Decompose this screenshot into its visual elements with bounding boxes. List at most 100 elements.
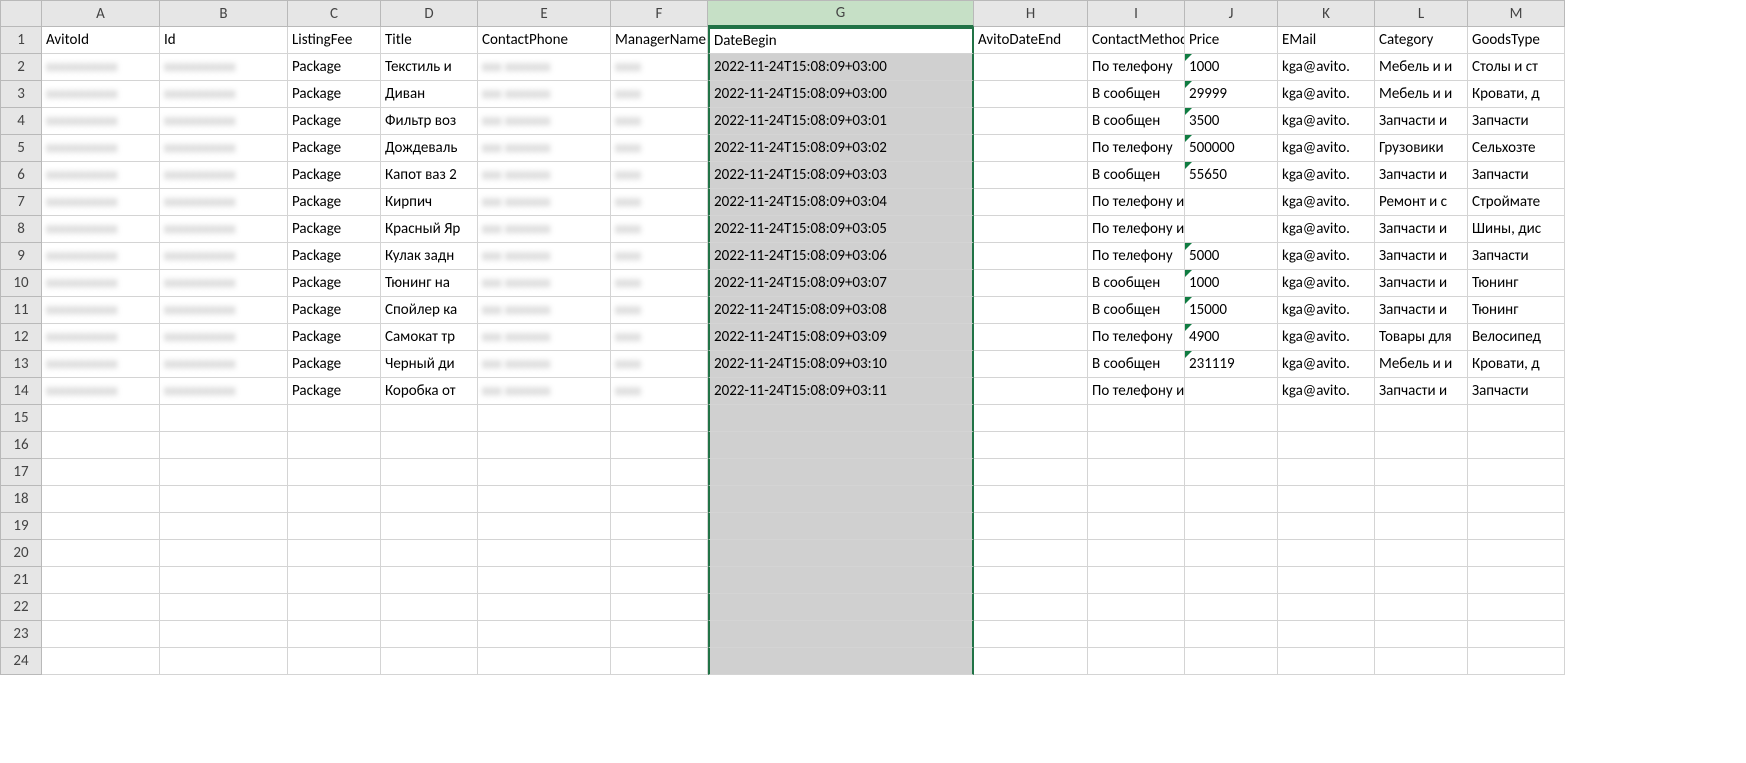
cell-D15[interactable] bbox=[381, 405, 478, 432]
cell-G17[interactable] bbox=[708, 459, 974, 486]
cell-A4[interactable]: xxxxxxxxxxx bbox=[42, 108, 160, 135]
cell-L15[interactable] bbox=[1375, 405, 1468, 432]
cell-G14[interactable]: 2022-11-24T15:08:09+03:11 bbox=[708, 378, 974, 405]
cell-M10[interactable]: Тюнинг bbox=[1468, 270, 1565, 297]
cell-K19[interactable] bbox=[1278, 513, 1375, 540]
cell-K3[interactable]: kga@avito. bbox=[1278, 81, 1375, 108]
cell-G10[interactable]: 2022-11-24T15:08:09+03:07 bbox=[708, 270, 974, 297]
row-header-11[interactable]: 11 bbox=[0, 297, 42, 324]
cell-G21[interactable] bbox=[708, 567, 974, 594]
cell-B6[interactable]: xxxxxxxxxxx bbox=[160, 162, 288, 189]
cell-G2[interactable]: 2022-11-24T15:08:09+03:00 bbox=[708, 54, 974, 81]
cell-C10[interactable]: Package bbox=[288, 270, 381, 297]
cell-M6[interactable]: Запчасти bbox=[1468, 162, 1565, 189]
cell-E2[interactable]: xxx xxxxxxx bbox=[478, 54, 611, 81]
cell-C16[interactable] bbox=[288, 432, 381, 459]
cell-B8[interactable]: xxxxxxxxxxx bbox=[160, 216, 288, 243]
cell-E10[interactable]: xxx xxxxxxx bbox=[478, 270, 611, 297]
cell-H14[interactable] bbox=[974, 378, 1088, 405]
cell-C19[interactable] bbox=[288, 513, 381, 540]
cell-K8[interactable]: kga@avito. bbox=[1278, 216, 1375, 243]
cell-H16[interactable] bbox=[974, 432, 1088, 459]
cell-A9[interactable]: xxxxxxxxxxx bbox=[42, 243, 160, 270]
row-header-6[interactable]: 6 bbox=[0, 162, 42, 189]
cell-I5[interactable]: По телефону bbox=[1088, 135, 1185, 162]
cell-F15[interactable] bbox=[611, 405, 708, 432]
cell-A7[interactable]: xxxxxxxxxxx bbox=[42, 189, 160, 216]
spreadsheet-grid[interactable]: ABCDEFGHIJKLM1AvitoIdIdListingFeeTitleCo… bbox=[0, 0, 1746, 675]
cell-K18[interactable] bbox=[1278, 486, 1375, 513]
cell-C17[interactable] bbox=[288, 459, 381, 486]
column-header-G[interactable]: G bbox=[708, 0, 974, 27]
row-header-20[interactable]: 20 bbox=[0, 540, 42, 567]
cell-J5[interactable]: 500000 bbox=[1185, 135, 1278, 162]
cell-K10[interactable]: kga@avito. bbox=[1278, 270, 1375, 297]
cell-G5[interactable]: 2022-11-24T15:08:09+03:02 bbox=[708, 135, 974, 162]
cell-B15[interactable] bbox=[160, 405, 288, 432]
cell-J13[interactable]: 231119 bbox=[1185, 351, 1278, 378]
cell-H1[interactable]: AvitoDateEnd bbox=[974, 27, 1088, 54]
cell-J23[interactable] bbox=[1185, 621, 1278, 648]
cell-M16[interactable] bbox=[1468, 432, 1565, 459]
row-header-22[interactable]: 22 bbox=[0, 594, 42, 621]
cell-F24[interactable] bbox=[611, 648, 708, 675]
cell-G11[interactable]: 2022-11-24T15:08:09+03:08 bbox=[708, 297, 974, 324]
cell-F1[interactable]: ManagerName bbox=[611, 27, 708, 54]
cell-H22[interactable] bbox=[974, 594, 1088, 621]
cell-F16[interactable] bbox=[611, 432, 708, 459]
cell-D12[interactable]: Самокат тр bbox=[381, 324, 478, 351]
cell-I17[interactable] bbox=[1088, 459, 1185, 486]
cell-G20[interactable] bbox=[708, 540, 974, 567]
cell-H5[interactable] bbox=[974, 135, 1088, 162]
cell-G23[interactable] bbox=[708, 621, 974, 648]
cell-K12[interactable]: kga@avito. bbox=[1278, 324, 1375, 351]
cell-B23[interactable] bbox=[160, 621, 288, 648]
cell-D1[interactable]: Title bbox=[381, 27, 478, 54]
cell-L19[interactable] bbox=[1375, 513, 1468, 540]
cell-L1[interactable]: Category bbox=[1375, 27, 1468, 54]
cell-H2[interactable] bbox=[974, 54, 1088, 81]
row-header-14[interactable]: 14 bbox=[0, 378, 42, 405]
row-header-18[interactable]: 18 bbox=[0, 486, 42, 513]
cell-A8[interactable]: xxxxxxxxxxx bbox=[42, 216, 160, 243]
cell-B20[interactable] bbox=[160, 540, 288, 567]
cell-D3[interactable]: Диван bbox=[381, 81, 478, 108]
cell-F3[interactable]: xxxx bbox=[611, 81, 708, 108]
cell-G3[interactable]: 2022-11-24T15:08:09+03:00 bbox=[708, 81, 974, 108]
cell-K11[interactable]: kga@avito. bbox=[1278, 297, 1375, 324]
cell-H8[interactable] bbox=[974, 216, 1088, 243]
cell-K4[interactable]: kga@avito. bbox=[1278, 108, 1375, 135]
cell-C15[interactable] bbox=[288, 405, 381, 432]
cell-M1[interactable]: GoodsType bbox=[1468, 27, 1565, 54]
cell-I18[interactable] bbox=[1088, 486, 1185, 513]
cell-A14[interactable]: xxxxxxxxxxx bbox=[42, 378, 160, 405]
column-header-H[interactable]: H bbox=[974, 0, 1088, 27]
cell-I11[interactable]: В сообщен bbox=[1088, 297, 1185, 324]
column-header-A[interactable]: A bbox=[42, 0, 160, 27]
cell-M20[interactable] bbox=[1468, 540, 1565, 567]
cell-M23[interactable] bbox=[1468, 621, 1565, 648]
cell-F18[interactable] bbox=[611, 486, 708, 513]
cell-F8[interactable]: xxxx bbox=[611, 216, 708, 243]
cell-F7[interactable]: xxxx bbox=[611, 189, 708, 216]
cell-J1[interactable]: Price bbox=[1185, 27, 1278, 54]
cell-E6[interactable]: xxx xxxxxxx bbox=[478, 162, 611, 189]
cell-B1[interactable]: Id bbox=[160, 27, 288, 54]
cell-F9[interactable]: xxxx bbox=[611, 243, 708, 270]
cell-K21[interactable] bbox=[1278, 567, 1375, 594]
cell-D9[interactable]: Кулак задн bbox=[381, 243, 478, 270]
cell-G22[interactable] bbox=[708, 594, 974, 621]
cell-C6[interactable]: Package bbox=[288, 162, 381, 189]
cell-E5[interactable]: xxx xxxxxxx bbox=[478, 135, 611, 162]
cell-M14[interactable]: Запчасти bbox=[1468, 378, 1565, 405]
row-header-17[interactable]: 17 bbox=[0, 459, 42, 486]
cell-M24[interactable] bbox=[1468, 648, 1565, 675]
cell-D22[interactable] bbox=[381, 594, 478, 621]
cell-D19[interactable] bbox=[381, 513, 478, 540]
cell-A1[interactable]: AvitoId bbox=[42, 27, 160, 54]
cell-I3[interactable]: В сообщен bbox=[1088, 81, 1185, 108]
cell-E14[interactable]: xxx xxxxxxx bbox=[478, 378, 611, 405]
cell-E3[interactable]: xxx xxxxxxx bbox=[478, 81, 611, 108]
row-header-1[interactable]: 1 bbox=[0, 27, 42, 54]
cell-K6[interactable]: kga@avito. bbox=[1278, 162, 1375, 189]
